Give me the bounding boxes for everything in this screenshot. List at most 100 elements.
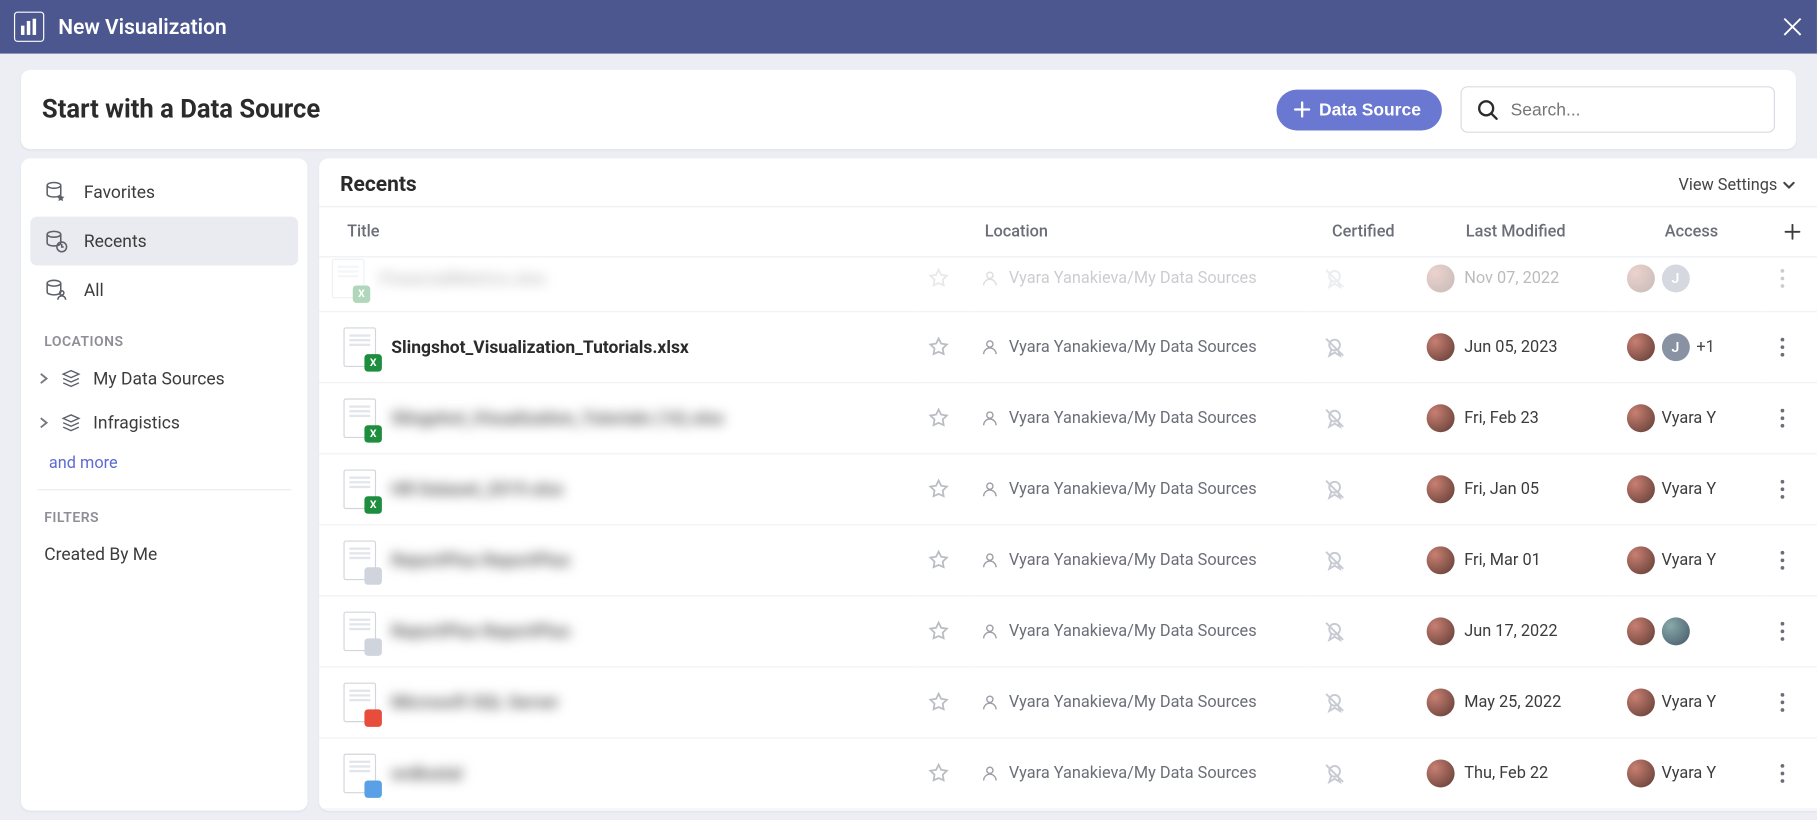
row-title: Microsoft SQL Server: [391, 692, 558, 713]
location-label: Infragistics: [93, 412, 180, 433]
row-modified: Fri, Mar 01: [1427, 546, 1603, 574]
row-more-button[interactable]: [1768, 738, 1817, 809]
sidebar-item-recents[interactable]: Recents: [30, 217, 298, 266]
access-name: Vyara Y: [1662, 764, 1717, 783]
filters-label: FILTERS: [44, 509, 284, 525]
avatar: [1427, 759, 1455, 787]
caret-right-icon: [40, 373, 49, 385]
avatar: [1662, 617, 1690, 645]
row-access: [1627, 617, 1756, 645]
row-certified: [1321, 690, 1403, 716]
row-more-button[interactable]: [1768, 454, 1817, 525]
table-row[interactable]: ReportPlus ReportPlusVyara Yanakieva/My …: [319, 525, 1817, 596]
app-icon: [14, 12, 44, 42]
avatar: [1427, 475, 1455, 503]
sidebar-item-label: Recents: [84, 231, 147, 252]
more-icon: [1779, 337, 1785, 358]
row-access: J+1: [1627, 333, 1756, 361]
stack-icon: [61, 368, 82, 389]
sidebar-location[interactable]: Infragistics: [30, 401, 298, 445]
favorite-toggle[interactable]: [927, 762, 958, 785]
window-title: New Visualization: [58, 15, 1782, 39]
view-settings-button[interactable]: View Settings: [1678, 175, 1795, 194]
person-icon: [981, 764, 1000, 783]
star-icon: [927, 406, 950, 429]
row-more-button[interactable]: [1768, 667, 1817, 738]
sidebar-item-favorites[interactable]: Favorites: [30, 168, 298, 217]
access-name: Vyara Y: [1662, 693, 1717, 712]
star-icon: [927, 478, 950, 501]
row-title: ReportPlus ReportPlus: [391, 550, 570, 571]
close-button[interactable]: [1782, 16, 1803, 37]
sidebar-location[interactable]: My Data Sources: [30, 356, 298, 400]
favorite-toggle[interactable]: [927, 691, 958, 714]
col-location[interactable]: Location: [968, 207, 1308, 257]
table-row[interactable]: ReportPlus ReportPlusVyara Yanakieva/My …: [319, 596, 1817, 667]
row-access: J: [1627, 264, 1756, 292]
more-icon: [1779, 692, 1785, 713]
avatar: [1427, 688, 1455, 716]
table-row[interactable]: wvBoxtalVyara Yanakieva/My Data SourcesT…: [319, 738, 1817, 809]
add-data-source-button[interactable]: Data Source: [1277, 89, 1442, 130]
certified-icon: [1321, 334, 1347, 360]
row-more-button[interactable]: [1768, 257, 1817, 311]
favorite-toggle[interactable]: [927, 549, 958, 572]
row-location: Vyara Yanakieva/My Data Sources: [981, 693, 1298, 712]
star-icon: [927, 549, 950, 572]
table-row[interactable]: XFinancialMetrics.xlsxVyara Yanakieva/My…: [319, 257, 1817, 311]
row-more-button[interactable]: [1768, 525, 1817, 596]
star-icon: [927, 620, 950, 643]
search-input[interactable]: [1511, 100, 1760, 120]
row-certified: [1321, 547, 1403, 573]
row-certified: [1321, 334, 1403, 360]
col-certified[interactable]: Certified: [1308, 207, 1413, 257]
row-modified: Jun 17, 2022: [1427, 617, 1603, 645]
row-more-button[interactable]: [1768, 809, 1817, 811]
more-icon: [1779, 763, 1785, 784]
table-body-scroll[interactable]: XFinancialMetrics.xlsxVyara Yanakieva/My…: [319, 257, 1817, 810]
avatar: [1427, 617, 1455, 645]
and-more-link[interactable]: and more: [49, 454, 118, 473]
access-name: Vyara Y: [1662, 480, 1717, 499]
certified-icon: [1321, 690, 1347, 716]
person-icon: [981, 409, 1000, 428]
star-icon: [927, 691, 950, 714]
table-row[interactable]: XHR Dataset_2019.xlsxVyara Yanakieva/My …: [319, 454, 1817, 525]
certified-icon: [1321, 547, 1347, 573]
favorite-toggle[interactable]: [927, 406, 958, 429]
file-icon: [342, 610, 377, 652]
db-star-icon: [44, 181, 67, 204]
search-box[interactable]: [1461, 86, 1775, 133]
table-row[interactable]: XSlingshot_Visualization_Tutorials (16).…: [319, 383, 1817, 454]
favorite-toggle[interactable]: [927, 335, 958, 358]
col-last-modified[interactable]: Last Modified: [1414, 207, 1613, 257]
row-modified: Fri, Jan 05: [1427, 475, 1603, 503]
avatar: [1627, 546, 1655, 574]
more-icon: [1779, 550, 1785, 571]
favorite-toggle[interactable]: [927, 620, 958, 643]
col-title[interactable]: Title: [319, 207, 914, 257]
add-column-button[interactable]: [1765, 207, 1817, 257]
chevron-down-icon: [1782, 178, 1796, 192]
col-access[interactable]: Access: [1613, 207, 1765, 257]
star-icon: [927, 762, 950, 785]
table-row[interactable]: Cases WvBoxtgenVyara Yanakieva/My Data S…: [319, 809, 1817, 811]
file-icon: X: [331, 257, 366, 299]
row-modified: May 25, 2022: [1427, 688, 1603, 716]
avatar: [1627, 404, 1655, 432]
locations-label: LOCATIONS: [44, 333, 284, 349]
star-icon: [927, 267, 950, 290]
favorite-toggle[interactable]: [927, 267, 958, 290]
row-more-button[interactable]: [1768, 596, 1817, 667]
row-more-button[interactable]: [1768, 312, 1817, 383]
more-icon: [1779, 621, 1785, 642]
more-icon: [1779, 408, 1785, 429]
header-card: Start with a Data Source Data Source: [21, 70, 1796, 149]
favorite-toggle[interactable]: [927, 478, 958, 501]
sidebar-filter[interactable]: Created By Me: [30, 532, 298, 576]
table-row[interactable]: Microsoft SQL Server Vyara Yanakieva/My D…: [319, 667, 1817, 738]
row-more-button[interactable]: [1768, 383, 1817, 454]
person-icon: [981, 480, 1000, 499]
sidebar-item-all[interactable]: All: [30, 266, 298, 315]
table-row[interactable]: XSlingshot_Visualization_Tutorials.xlsxV…: [319, 312, 1817, 383]
